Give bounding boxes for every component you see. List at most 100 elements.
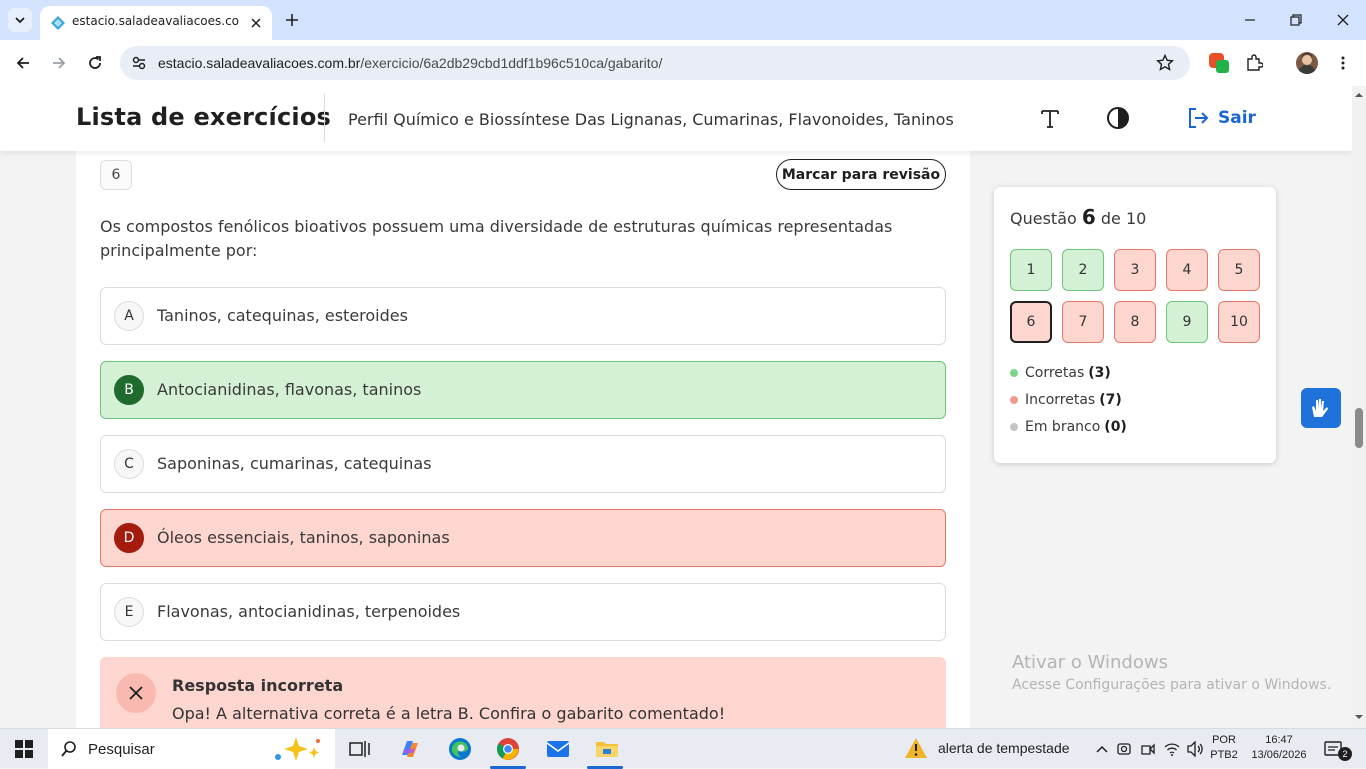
extension-button[interactable] [1208,52,1230,74]
option-text: Taninos, catequinas, esteroides [157,306,408,325]
speaker-icon [1187,741,1203,757]
question-number-badge: 6 [100,160,132,190]
edge-button[interactable] [446,735,474,763]
accessibility-sign-language-button[interactable] [1301,388,1341,428]
question-progress: Questão 6 de 10 [1010,205,1146,229]
option-e[interactable]: E Flavonas, antocianidinas, terpenoides [100,583,946,641]
browser-toolbar: estacio.saladeavaliacoes.com.br/exercici… [0,40,1366,86]
contrast-button[interactable] [1104,104,1132,132]
font-size-button[interactable] [1036,104,1064,132]
browser-tab-bar: estacio.saladeavaliacoes.com.br [0,0,1366,40]
progress-prefix: Questão [1010,209,1077,228]
new-tab-button[interactable] [282,10,302,30]
arrow-left-icon [16,57,29,69]
reload-icon [89,56,101,69]
legend-dot-blank [1010,422,1018,431]
logout-icon [1189,108,1209,128]
mail-button[interactable] [544,735,572,763]
weather-label: alerta de tempestade [938,740,1070,756]
page-scrollbar[interactable] [1352,86,1366,728]
chevron-down-icon [15,17,25,24]
taskbar-search[interactable]: Pesquisar [48,729,335,769]
option-a[interactable]: A Taninos, catequinas, esteroides [100,287,946,345]
question-button-3[interactable]: 3 [1114,249,1156,291]
weather-widget[interactable]: alerta de tempestade [904,737,1070,759]
reload-button[interactable] [84,52,106,74]
legend-count: (7) [1099,391,1122,408]
option-letter: B [114,375,144,405]
question-button-6[interactable]: 6 [1010,301,1052,343]
question-button-9[interactable]: 9 [1166,301,1208,343]
legend-count: (3) [1088,364,1111,381]
language-code: POR [1212,734,1236,746]
legend-correct: Corretas (3) [1010,359,1127,386]
question-button-1[interactable]: 1 [1010,249,1052,291]
tab-close-button[interactable] [246,13,266,33]
windows-activation-watermark: Ativar o Windows Acesse Configurações pa… [1012,652,1331,693]
start-button[interactable] [10,735,38,763]
question-card: 6 Marcar para revisão Os compostos fenól… [76,151,970,728]
file-explorer-button[interactable] [593,735,621,763]
legend-label: Corretas [1025,364,1085,381]
language-indicator[interactable]: POR PTB2 [1206,733,1242,763]
task-view-icon [349,741,370,757]
question-button-7[interactable]: 7 [1062,301,1104,343]
question-button-4[interactable]: 4 [1166,249,1208,291]
mark-for-review-button[interactable]: Marcar para revisão [776,159,946,190]
mail-icon [546,741,570,757]
question-button-2[interactable]: 2 [1062,249,1104,291]
forward-button[interactable] [48,52,70,74]
question-navigator: Questão 6 de 10 1 2 3 4 5 6 7 8 9 10 Cor… [994,187,1276,463]
profile-avatar[interactable] [1296,52,1318,74]
copilot-button[interactable] [396,735,424,763]
option-d[interactable]: D Óleos essenciais, taninos, saponinas [100,509,946,567]
header-divider [324,94,325,142]
progress-current: 6 [1081,205,1096,229]
scrollbar-thumb[interactable] [1355,408,1363,448]
search-label: Pesquisar [88,740,155,758]
url-text: estacio.saladeavaliacoes.com.br/exercici… [158,55,662,71]
folder-icon [596,742,618,757]
notifications-button[interactable]: 2 [1320,735,1352,763]
volume-button[interactable] [1181,735,1209,763]
clock[interactable]: 16:47 13/06/2026 [1244,733,1314,763]
extensions-menu-button[interactable] [1243,52,1265,74]
tab-search-button[interactable] [8,8,32,32]
arrow-right-icon [53,57,66,69]
storm-warning-icon [905,738,927,758]
legend-label: Em branco [1025,418,1101,435]
page-subtitle: Perfil Químico e Biossíntese Das Lignana… [348,110,954,129]
progress-suffix: de 10 [1100,209,1147,228]
scroll-up-icon[interactable] [1352,90,1366,100]
chevron-up-icon [1096,745,1108,753]
feedback-text: Opa! A alternativa correta é a letra B. … [172,704,726,723]
logout-button[interactable]: Sair [1186,104,1256,132]
address-bar[interactable]: estacio.saladeavaliacoes.com.br/exercici… [120,46,1190,80]
sparkle-icon [275,737,320,761]
option-b[interactable]: B Antocianidinas, flavonas, taninos [100,361,946,419]
minimize-window-button[interactable] [1238,8,1262,32]
question-button-8[interactable]: 8 [1114,301,1156,343]
clock-date: 13/06/2026 [1251,749,1307,761]
option-c[interactable]: C Saponinas, cumarinas, catequinas [100,435,946,493]
question-button-10[interactable]: 10 [1218,301,1260,343]
close-window-button[interactable] [1331,8,1355,32]
feedback-box: Resposta incorreta Opa! A alternativa co… [100,657,946,728]
chrome-button[interactable] [494,735,522,763]
bookmark-star-icon[interactable] [1156,54,1174,72]
restore-window-button[interactable] [1284,8,1308,32]
clock-time: 16:47 [1265,734,1293,746]
legend-label: Incorretas [1025,391,1096,408]
browser-tab-active[interactable]: estacio.saladeavaliacoes.com.br [40,6,272,40]
task-view-button[interactable] [346,735,374,763]
scroll-down-icon[interactable] [1352,712,1366,722]
question-button-5[interactable]: 5 [1218,249,1260,291]
watermark-title: Ativar o Windows [1012,652,1168,673]
legend-count: (0) [1104,418,1127,435]
browser-menu-button[interactable] [1332,52,1354,74]
site-info-icon[interactable] [130,54,148,72]
back-button[interactable] [12,52,34,74]
legend-blank: Em branco (0) [1010,413,1127,440]
copilot-icon [402,741,418,757]
tab-title: estacio.saladeavaliacoes.com.br [72,14,240,28]
